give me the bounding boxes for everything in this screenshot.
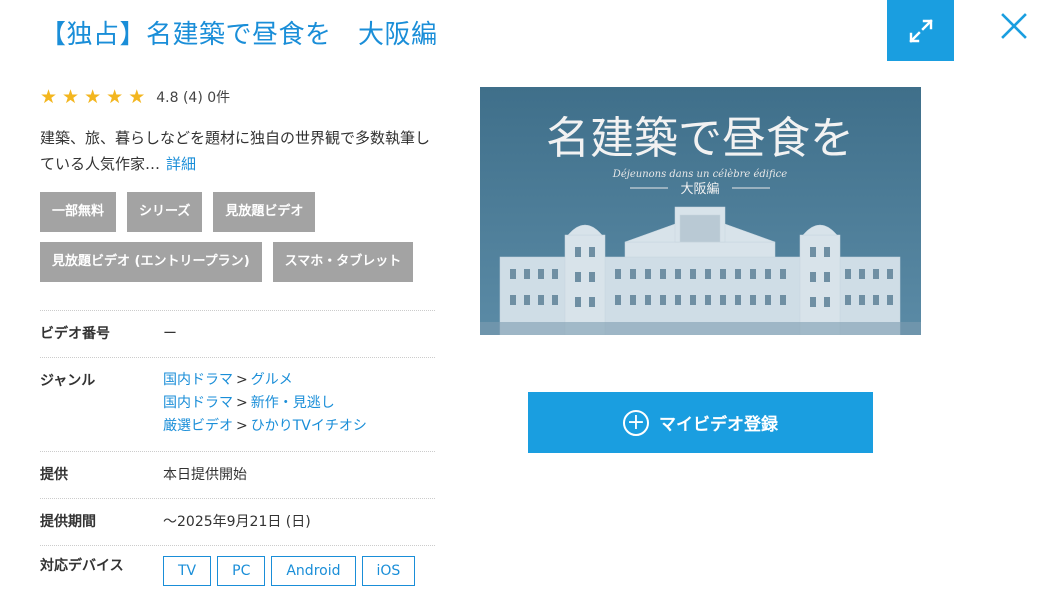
- info-table: ビデオ番号 ー ジャンル 国内ドラマ > グルメ 国内ドラマ > 新作・見逃し 厳選ビデ…: [40, 310, 435, 595]
- period-value: ～2025年9月21日 (日): [163, 514, 311, 530]
- tag: スマホ・タブレット: [272, 242, 414, 282]
- rating-stars: ★ ★ ★ ★ ★: [40, 85, 150, 108]
- provision-value: 本日提供開始: [163, 467, 247, 483]
- star-icon: ★: [62, 85, 80, 108]
- description-text: 建築、旅、暮らしなどを題材に独自の世界観で多数執筆している人気作家…: [40, 129, 431, 173]
- tag: 見放題ビデオ: [213, 192, 316, 232]
- info-label: 提供: [40, 467, 68, 483]
- poster-edition: 大阪編: [680, 181, 719, 197]
- genre-child-link[interactable]: 新作・見逃し: [251, 395, 335, 411]
- device-badge: Android: [271, 556, 356, 586]
- info-row-video-number: ビデオ番号 ー: [40, 310, 435, 357]
- genre-item: 国内ドラマ > グルメ: [163, 372, 293, 388]
- device-list: TV PC Android iOS: [163, 556, 421, 586]
- poster-subtitle: Déjeunons dans un célèbre édifice: [612, 169, 787, 180]
- genre-item: 国内ドラマ > 新作・見逃し: [163, 395, 335, 411]
- tag-list: 一部無料 シリーズ 見放題ビデオ 見放題ビデオ (エントリープラン) スマホ・タ…: [40, 192, 440, 292]
- genre-child-link[interactable]: グルメ: [251, 372, 293, 388]
- device-badge: iOS: [361, 556, 416, 586]
- genre-item: 厳選ビデオ > ひかりTVイチオシ: [163, 418, 367, 434]
- star-icon: ★: [128, 85, 146, 108]
- star-icon: ★: [84, 85, 102, 108]
- star-icon: ★: [40, 85, 58, 108]
- info-row-period: 提供期間 ～2025年9月21日 (日): [40, 498, 435, 545]
- plus-circle-icon: +: [623, 409, 649, 436]
- add-to-my-video-button[interactable]: + マイビデオ登録: [528, 392, 873, 453]
- info-row-genre: ジャンル 国内ドラマ > グルメ 国内ドラマ > 新作・見逃し 厳選ビデオ > ひかりTVイ…: [40, 357, 435, 451]
- info-label: ジャンル: [40, 373, 96, 389]
- star-icon: ★: [106, 85, 124, 108]
- rating: ★ ★ ★ ★ ★ 4.8 (4) 0件: [40, 87, 230, 107]
- more-link[interactable]: 詳細: [166, 155, 196, 173]
- close-icon: [1001, 13, 1027, 39]
- genre-parent-link[interactable]: 国内ドラマ: [163, 372, 233, 388]
- genre-child-link[interactable]: ひかりTVイチオシ: [251, 418, 367, 434]
- genre-parent-link[interactable]: 厳選ビデオ: [163, 418, 233, 434]
- device-badge: TV: [163, 556, 212, 586]
- expand-icon: [908, 18, 933, 43]
- info-label: ビデオ番号: [40, 326, 110, 342]
- description: 建築、旅、暮らしなどを題材に独自の世界観で多数執筆している人気作家… 詳細: [40, 125, 440, 177]
- info-row-provision: 提供 本日提供開始: [40, 451, 435, 498]
- video-number-value: ー: [163, 326, 177, 342]
- device-badge: PC: [217, 556, 266, 586]
- poster-title: 名建築で昼食を: [546, 113, 854, 164]
- genre-parent-link[interactable]: 国内ドラマ: [163, 395, 233, 411]
- add-to-my-video-label: マイビデオ登録: [659, 415, 778, 435]
- info-label: 対応デバイス: [40, 558, 124, 574]
- poster-image: 名建築で昼食を Déjeunons dans un célèbre édific…: [480, 87, 921, 335]
- info-label: 提供期間: [40, 514, 96, 530]
- info-row-devices: 対応デバイス TV PC Android iOS: [40, 545, 435, 595]
- rating-text: 4.8 (4) 0件: [156, 90, 231, 106]
- page-title: 【独占】名建築で昼食を 大阪編: [40, 20, 438, 50]
- expand-button[interactable]: [887, 0, 954, 61]
- genre-list: 国内ドラマ > グルメ 国内ドラマ > 新作・見逃し 厳選ビデオ > ひかりTVイチオシ: [163, 369, 367, 438]
- tag: 見放題ビデオ (エントリープラン): [40, 242, 262, 282]
- tag: シリーズ: [127, 192, 203, 232]
- close-button[interactable]: [994, 6, 1034, 46]
- poster-artwork: 名建築で昼食を Déjeunons dans un célèbre édific…: [480, 87, 921, 335]
- tag: 一部無料: [40, 192, 117, 232]
